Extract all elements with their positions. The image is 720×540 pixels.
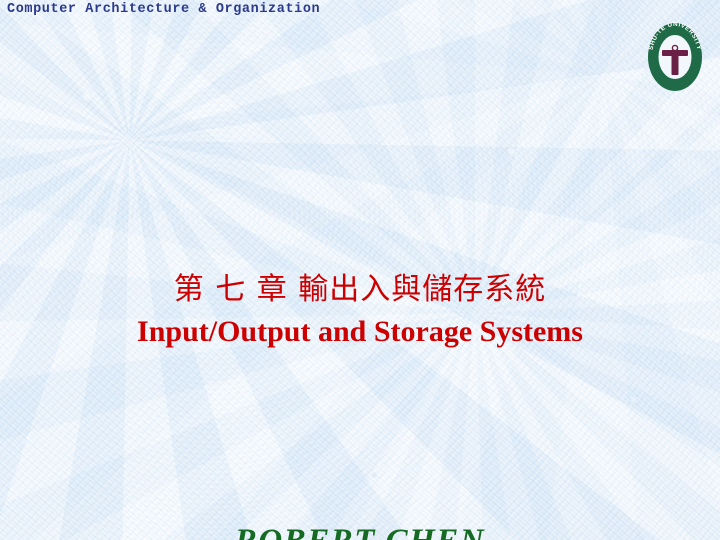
presentation-slide: Computer Architecture & Organization SHU… xyxy=(0,0,720,540)
slide-author: ROBERT CHEN xyxy=(0,523,720,540)
shu-te-university-logo: SHU-TE UNIVERSITY xyxy=(644,17,706,91)
university-seal-icon: SHU-TE UNIVERSITY xyxy=(648,21,702,91)
slide-title-block: 第 七 章 輸出入與儲存系統 Input/Output and Storage … xyxy=(0,271,720,351)
slide-title-chinese: 第 七 章 輸出入與儲存系統 xyxy=(173,272,547,307)
slide-header-title: Computer Architecture & Organization xyxy=(7,2,321,17)
slide-title-english: Input/Output and Storage Systems xyxy=(137,315,583,348)
